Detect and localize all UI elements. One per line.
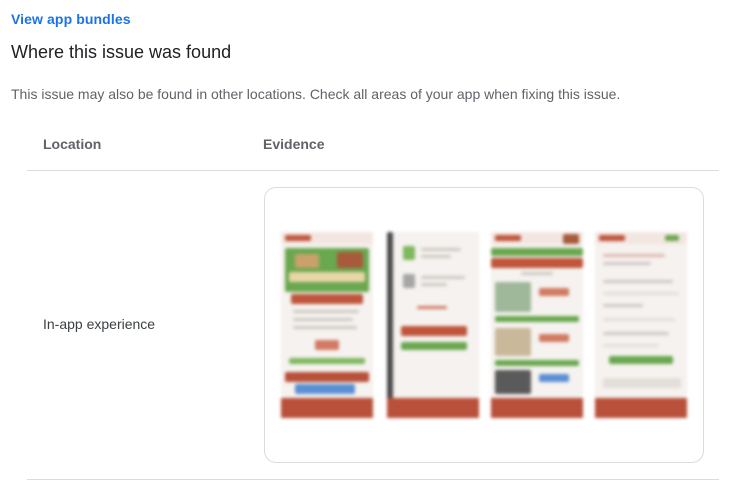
column-header-evidence: Evidence: [263, 136, 325, 152]
section-title: Where this issue was found: [11, 42, 232, 62]
column-header-location: Location: [43, 136, 102, 152]
table-row: In-app experience: [27, 171, 719, 480]
evidence-screenshots-card[interactable]: [264, 187, 704, 463]
view-app-bundles-link[interactable]: View app bundles: [11, 11, 131, 27]
table-header-row: Location Evidence: [27, 122, 719, 171]
evidence-screenshot[interactable]: [491, 232, 583, 418]
section-description: This issue may also be found in other lo…: [11, 86, 621, 102]
locations-table: Location Evidence In-app experience: [27, 122, 719, 480]
evidence-screenshot[interactable]: [281, 232, 373, 418]
evidence-screenshot[interactable]: [595, 232, 687, 418]
issue-details-page: View app bundles Where this issue was fo…: [0, 0, 737, 484]
location-cell: In-app experience: [43, 316, 156, 332]
evidence-screenshot[interactable]: [387, 232, 479, 418]
evidence-screenshot-thumbnails: [281, 232, 691, 418]
